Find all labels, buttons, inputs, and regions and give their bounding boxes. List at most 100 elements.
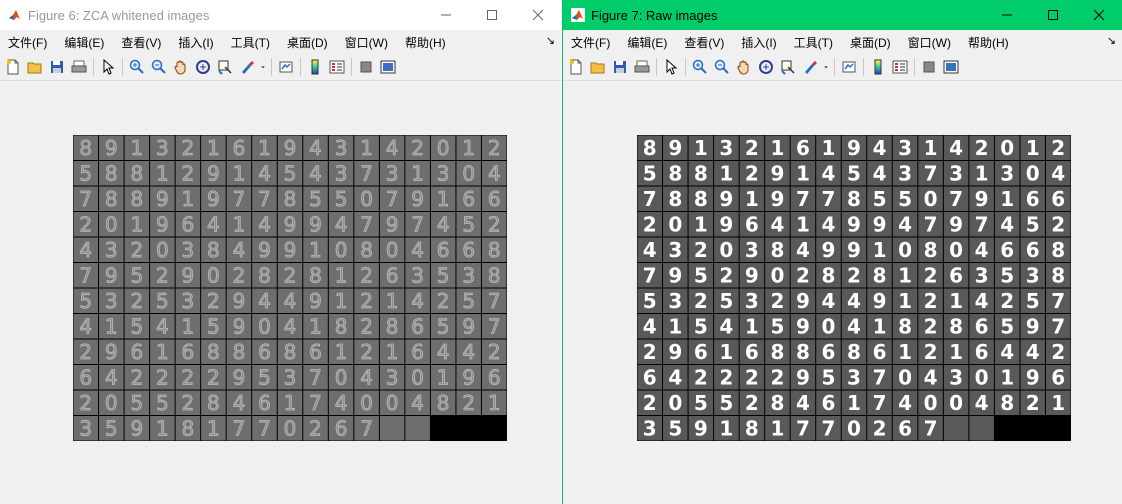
minimize-icon <box>441 14 451 16</box>
zoom-out-button[interactable] <box>148 56 170 78</box>
pointer-button[interactable] <box>97 56 119 78</box>
image-grid-axes[interactable]: 8913216194314201258812914543731304788919… <box>73 135 507 441</box>
digit-glyph: 4 <box>207 212 220 236</box>
colorbar-icon <box>874 59 882 75</box>
digit-glyph: 9 <box>156 212 169 236</box>
digit-glyph: 6 <box>1026 187 1040 211</box>
menu-tools[interactable]: 工具(T) <box>794 34 833 51</box>
digit-glyph: 0 <box>105 212 118 236</box>
menu-edit[interactable]: 编辑(E) <box>627 34 667 51</box>
save-button[interactable] <box>609 56 631 78</box>
menu-overflow-icon[interactable]: ↘ <box>546 34 555 47</box>
digit-glyph: 8 <box>207 238 220 262</box>
print-button[interactable] <box>68 56 90 78</box>
colorbar-button[interactable] <box>304 56 326 78</box>
menu-insert[interactable]: 插入(I) <box>178 34 213 51</box>
title-bar[interactable]: Figure 6: ZCA whitened images <box>0 0 561 30</box>
print-button[interactable] <box>631 56 653 78</box>
open-folder-button[interactable] <box>24 56 46 78</box>
colorbar-button[interactable] <box>867 56 889 78</box>
brush-button[interactable] <box>799 56 821 78</box>
data-cursor-button[interactable] <box>777 56 799 78</box>
digit-glyph: 1 <box>233 161 246 185</box>
digit-glyph: 9 <box>462 365 475 389</box>
digit-glyph: 3 <box>847 365 861 389</box>
digit-glyph: 6 <box>462 187 475 211</box>
digit-glyph: 2 <box>847 263 861 287</box>
pan-hand-button[interactable] <box>733 56 755 78</box>
new-file-button[interactable] <box>565 56 587 78</box>
brush-button[interactable] <box>236 56 258 78</box>
hide-plot-tools-button[interactable] <box>355 56 377 78</box>
digit-glyph: 4 <box>309 161 322 185</box>
maximize-button[interactable] <box>1030 0 1076 30</box>
open-folder-button[interactable] <box>587 56 609 78</box>
menu-tools[interactable]: 工具(T) <box>231 34 270 51</box>
legend-button[interactable] <box>326 56 348 78</box>
digit-glyph: 9 <box>284 136 297 160</box>
digit-glyph: 5 <box>1026 289 1040 313</box>
link-plot-button[interactable] <box>275 56 297 78</box>
legend-button[interactable] <box>889 56 911 78</box>
menu-file[interactable]: 文件(F) <box>8 34 47 51</box>
digit-glyph: 1 <box>924 136 938 160</box>
menu-window[interactable]: 窗口(W) <box>908 34 951 51</box>
maximize-icon <box>1048 10 1058 20</box>
menu-desktop[interactable]: 桌面(D) <box>850 34 891 51</box>
menu-help[interactable]: 帮助(H) <box>968 34 1009 51</box>
digit-glyph: 4 <box>488 161 501 185</box>
digit-glyph: 9 <box>386 212 399 236</box>
dropdown-arrow-button[interactable] <box>821 56 831 78</box>
hide-plot-tools-button[interactable] <box>918 56 940 78</box>
digit-glyph: 6 <box>437 238 450 262</box>
rotate-3d-button[interactable] <box>192 56 214 78</box>
minimize-button[interactable] <box>984 0 1030 30</box>
show-plot-tools-button[interactable] <box>940 56 962 78</box>
digit-glyph: 8 <box>284 340 297 364</box>
menu-window[interactable]: 窗口(W) <box>345 34 388 51</box>
menu-view[interactable]: 查看(V) <box>121 34 161 51</box>
menu-help[interactable]: 帮助(H) <box>405 34 446 51</box>
link-plot-button[interactable] <box>838 56 860 78</box>
pan-hand-button[interactable] <box>170 56 192 78</box>
image-grid-axes[interactable]: 8913216194314201258812914543731304788919… <box>637 135 1071 441</box>
digit-glyph: 9 <box>719 187 733 211</box>
save-button[interactable] <box>46 56 68 78</box>
zoom-in-button[interactable] <box>126 56 148 78</box>
title-bar[interactable]: Figure 7: Raw images <box>563 0 1122 30</box>
zoom-in-button[interactable] <box>689 56 711 78</box>
menu-file[interactable]: 文件(F) <box>571 34 610 51</box>
digit-glyph: 3 <box>284 365 297 389</box>
digit-glyph: 3 <box>335 136 348 160</box>
new-file-button[interactable] <box>2 56 24 78</box>
show-plot-tools-button[interactable] <box>377 56 399 78</box>
digit-glyph: 3 <box>898 136 912 160</box>
pan-hand-icon <box>174 60 186 75</box>
data-cursor-button[interactable] <box>214 56 236 78</box>
digit-glyph: 7 <box>822 187 836 211</box>
digit-glyph: 5 <box>643 161 657 185</box>
digit-glyph: 6 <box>130 340 143 364</box>
digit-glyph: 1 <box>796 161 810 185</box>
close-button[interactable] <box>515 0 561 30</box>
dropdown-arrow-button[interactable] <box>258 56 268 78</box>
digit-glyph: 8 <box>79 136 92 160</box>
menu-insert[interactable]: 插入(I) <box>741 34 776 51</box>
digit-glyph: 3 <box>745 238 759 262</box>
zoom-out-button[interactable] <box>711 56 733 78</box>
menu-view[interactable]: 查看(V) <box>684 34 724 51</box>
pointer-button[interactable] <box>660 56 682 78</box>
digit-glyph: 7 <box>360 416 373 440</box>
digit-glyph: 0 <box>335 238 348 262</box>
digit-glyph: 2 <box>924 340 938 364</box>
maximize-button[interactable] <box>469 0 515 30</box>
digit-glyph: 2 <box>745 136 759 160</box>
open-folder-icon <box>27 62 42 74</box>
menu-edit[interactable]: 编辑(E) <box>64 34 104 51</box>
toolbar-separator <box>93 58 94 76</box>
menu-desktop[interactable]: 桌面(D) <box>287 34 328 51</box>
close-button[interactable] <box>1076 0 1122 30</box>
minimize-button[interactable] <box>423 0 469 30</box>
menu-overflow-icon[interactable]: ↘ <box>1107 34 1116 47</box>
rotate-3d-button[interactable] <box>755 56 777 78</box>
